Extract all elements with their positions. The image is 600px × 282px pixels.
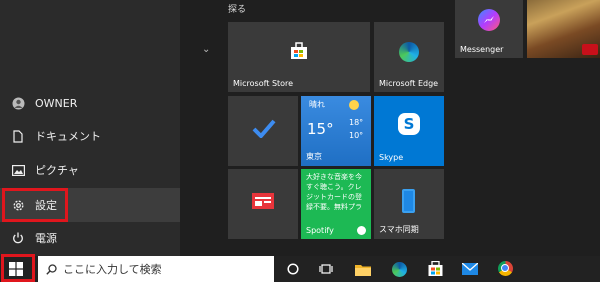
microsoft-store-tile[interactable]: Microsoft Store <box>228 22 370 92</box>
store-icon <box>290 42 308 60</box>
search-box[interactable]: ここに入力して検索 <box>38 256 274 282</box>
chrome-icon[interactable] <box>497 260 513 276</box>
skype-tile[interactable]: S Skype <box>374 96 444 166</box>
photo-game-tile[interactable] <box>527 0 600 58</box>
red-badge-icon <box>582 44 598 55</box>
weather-tile[interactable]: 晴れ 15° 18° 10° 東京 <box>301 96 371 166</box>
document-icon <box>11 129 25 143</box>
weather-temperature: 15° <box>307 120 334 138</box>
store-icon[interactable] <box>427 260 443 276</box>
search-placeholder: ここに入力して検索 <box>63 263 162 276</box>
edge-tile-label: Microsoft Edge <box>379 79 439 88</box>
settings-highlight-box <box>2 188 68 222</box>
file-explorer-icon[interactable] <box>355 261 371 277</box>
picture-icon <box>11 163 25 177</box>
todo-tile[interactable] <box>228 96 298 166</box>
start-button-highlight-box <box>1 254 35 282</box>
spotify-badge-icon <box>357 226 366 235</box>
weather-location: 東京 <box>306 152 322 161</box>
skype-icon: S <box>398 113 420 135</box>
rail-item-pictures[interactable]: ピクチャ <box>0 153 180 187</box>
news-tile[interactable] <box>228 169 298 239</box>
task-view-icon[interactable] <box>318 261 334 277</box>
edge-icon[interactable] <box>391 261 407 277</box>
weather-condition: 晴れ <box>309 100 325 109</box>
tile-group-label: 探る <box>228 5 247 15</box>
spotify-tile-label: Spotify <box>306 226 334 235</box>
chevron-down-icon[interactable]: ⌄ <box>202 44 210 55</box>
microsoft-edge-tile[interactable]: Microsoft Edge <box>374 22 444 92</box>
rail-item-user[interactable]: OWNER <box>0 86 180 120</box>
spotify-promo-text: 大好きな音楽を今すぐ聴こう。クレジットカードの登録不要。無料プランも <box>306 173 362 211</box>
edge-icon <box>399 42 419 62</box>
rail-item-documents[interactable]: ドキュメント <box>0 119 180 153</box>
store-tile-label: Microsoft Store <box>233 79 294 88</box>
rail-item-pictures-label: ピクチャ <box>35 164 79 177</box>
messenger-icon <box>478 9 500 31</box>
skype-tile-label: Skype <box>379 153 404 162</box>
messenger-tile[interactable]: Messenger <box>455 0 523 58</box>
rail-item-power[interactable]: 電源 <box>0 221 180 255</box>
rail-item-documents-label: ドキュメント <box>35 130 101 143</box>
cortana-icon[interactable] <box>285 261 301 277</box>
phone-tile-label: スマホ同期 <box>379 225 419 234</box>
search-icon <box>46 263 57 275</box>
spotify-tile[interactable]: 大好きな音楽を今すぐ聴こう。クレジットカードの登録不要。無料プランも Spoti… <box>301 169 371 239</box>
sun-icon <box>349 100 359 110</box>
rail-item-user-label: OWNER <box>35 96 78 110</box>
rail-item-power-label: 電源 <box>35 232 57 245</box>
phone-icon <box>402 189 415 213</box>
messenger-tile-label: Messenger <box>460 45 504 54</box>
checkmark-icon <box>252 118 276 142</box>
mail-icon[interactable] <box>462 261 478 277</box>
news-icon <box>252 193 274 209</box>
user-icon <box>11 96 25 110</box>
weather-high: 18° <box>349 118 364 127</box>
phone-link-tile[interactable]: スマホ同期 <box>374 169 444 239</box>
weather-low: 10° <box>349 131 364 140</box>
power-icon <box>11 231 25 245</box>
